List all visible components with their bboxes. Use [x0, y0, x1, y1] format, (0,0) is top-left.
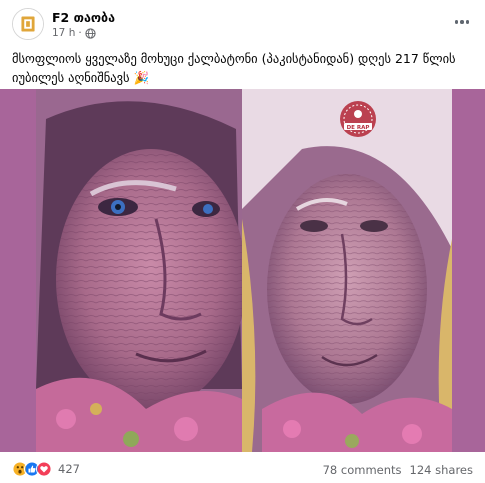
- comments-count[interactable]: 78 comments: [323, 463, 402, 477]
- page-name[interactable]: F2 თაობა: [52, 10, 115, 25]
- page-avatar[interactable]: [12, 8, 44, 40]
- photo-left[interactable]: [36, 89, 242, 452]
- post-media[interactable]: DE RAP: [0, 89, 485, 452]
- post-meta: 17 h ·: [52, 27, 96, 39]
- post-footer: 427 78 comments 124 shares: [12, 458, 473, 480]
- post-text: მსოფლიოს ყველაზე მოხუცი ქალბატონი (პაკის…: [12, 51, 456, 85]
- f2-logo-icon: [13, 9, 43, 39]
- globe-icon: [85, 27, 96, 39]
- more-options-icon[interactable]: [451, 14, 473, 30]
- watermark-logo: DE RAP: [338, 99, 378, 139]
- reaction-count[interactable]: 427: [58, 462, 80, 476]
- watermark-text: DE RAP: [347, 125, 370, 131]
- photo-right[interactable]: DE RAP: [242, 89, 452, 452]
- engagement-stats: 78 comments 124 shares: [323, 463, 473, 477]
- shares-count[interactable]: 124 shares: [410, 463, 473, 477]
- post-time[interactable]: 17 h: [52, 27, 75, 39]
- love-reaction-icon: [36, 461, 52, 477]
- elderly-woman-photo-right: [242, 89, 452, 452]
- elderly-woman-photo-left: [36, 89, 242, 452]
- post-header: F2 თაობა 17 h ·: [12, 8, 473, 42]
- meta-separator: ·: [78, 27, 82, 39]
- reactions-summary[interactable]: 427: [12, 461, 80, 477]
